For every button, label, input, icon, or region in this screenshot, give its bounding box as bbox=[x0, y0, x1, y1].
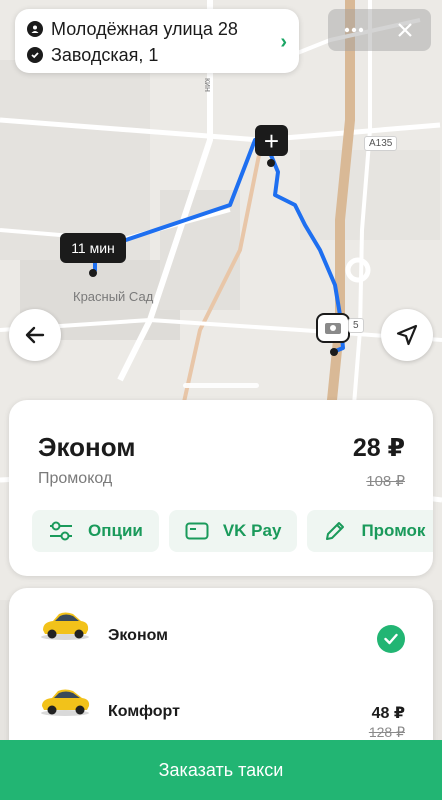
eta-bubble: 11 мин bbox=[60, 233, 126, 263]
class-name: Эконом bbox=[108, 627, 169, 644]
payment-chip[interactable]: VK Pay bbox=[168, 510, 298, 552]
route-from-text: Молодёжная улица 28 bbox=[51, 18, 238, 39]
route-to-row[interactable]: Заводская, 1 bbox=[27, 42, 289, 68]
add-stop-icon[interactable]: + bbox=[255, 125, 288, 156]
sheet-handle[interactable] bbox=[183, 383, 259, 388]
car-comfort-icon bbox=[39, 682, 91, 723]
options-chip-label: Опции bbox=[88, 521, 143, 540]
list-item-econom[interactable]: Эконом bbox=[9, 588, 433, 653]
route-to-text: Заводская, 1 bbox=[51, 44, 159, 65]
map-place-label: Красный Сад bbox=[73, 289, 154, 304]
payment-chip-label: VK Pay bbox=[222, 521, 282, 540]
more-dots-icon[interactable] bbox=[328, 9, 380, 51]
user-pin-icon bbox=[27, 21, 43, 37]
road-shield: А135 bbox=[364, 136, 398, 151]
promo-chip[interactable]: Промок bbox=[307, 510, 433, 552]
chips-row: Опции VK Pay Промок bbox=[32, 510, 433, 552]
chevron-right-icon[interactable]: › bbox=[280, 31, 287, 54]
top-controls bbox=[328, 9, 431, 51]
pencil-icon bbox=[323, 519, 347, 543]
tariff-title: Эконом bbox=[38, 432, 136, 462]
sliders-icon bbox=[48, 520, 74, 542]
back-button[interactable] bbox=[9, 309, 61, 361]
road-label: кин bbox=[203, 78, 213, 92]
route-card[interactable]: Молодёжная улица 28 Заводская, 1 › bbox=[15, 9, 299, 73]
car-econom-icon bbox=[39, 606, 91, 647]
tariff-price: 28 ₽ bbox=[352, 434, 405, 462]
close-icon[interactable] bbox=[380, 9, 432, 51]
class-name: Комфорт bbox=[108, 703, 180, 720]
promo-chip-label: Промок bbox=[361, 521, 426, 540]
arrow-left-icon bbox=[25, 326, 45, 344]
check-selected-icon bbox=[377, 625, 405, 653]
class-old-price: 128 ₽ bbox=[368, 724, 405, 740]
list-item-comfort[interactable]: Комфорт 48 ₽ 128 ₽ bbox=[9, 664, 433, 744]
navigation-arrow-icon bbox=[396, 324, 418, 346]
tariff-old-price: 108 ₽ bbox=[366, 473, 405, 490]
options-chip[interactable]: Опции bbox=[32, 510, 159, 552]
promo-label[interactable]: Промокод bbox=[38, 470, 112, 488]
card-icon bbox=[185, 522, 209, 540]
check-pin-icon bbox=[27, 47, 43, 63]
tariff-card[interactable]: Эконом Промокод 28 ₽ 108 ₽ Опции VK Pay … bbox=[9, 400, 433, 576]
route-from-row[interactable]: Молодёжная улица 28 bbox=[27, 16, 289, 42]
order-taxi-button[interactable]: Заказать такси bbox=[0, 740, 442, 800]
locate-button[interactable] bbox=[381, 309, 433, 361]
class-price: 48 ₽ bbox=[371, 705, 405, 722]
road-shield: 5 bbox=[348, 318, 364, 333]
